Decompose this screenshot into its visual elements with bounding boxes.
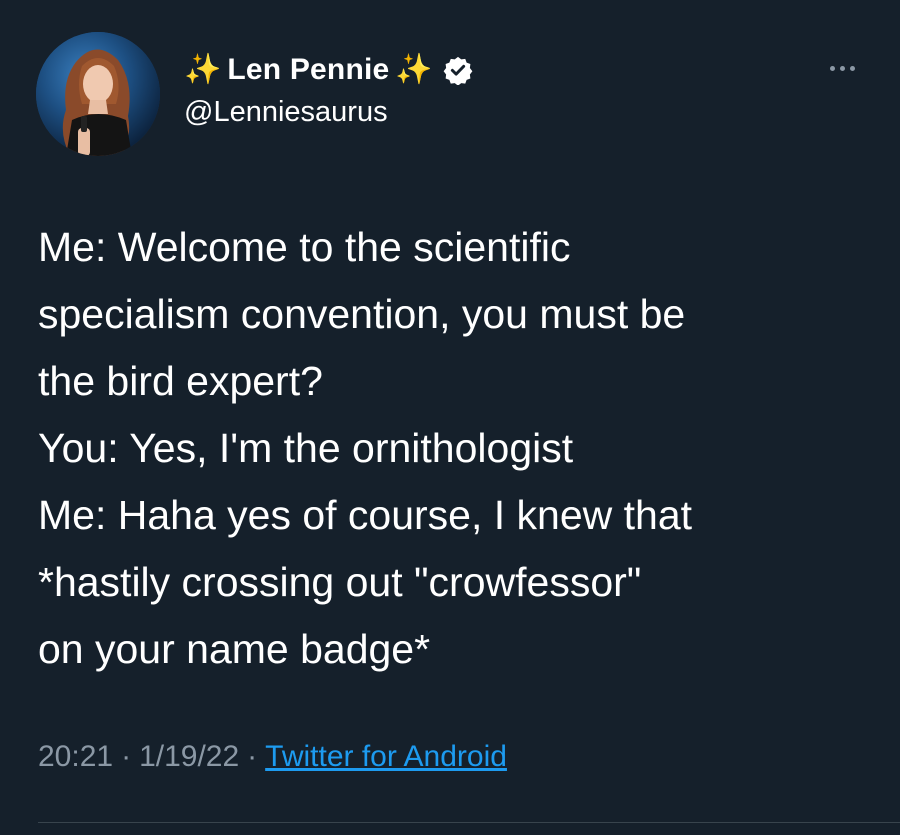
tweet-card: ✨ Len Pennie ✨ @Lenniesaurus Me: Welcome… — [0, 0, 900, 835]
separator: · — [121, 740, 132, 773]
tweet-text: Me: Welcome to the scientific specialism… — [38, 214, 888, 683]
tweet-meta: 20:21 · 1/19/22 · Twitter for Android — [38, 740, 507, 774]
sparkles-icon: ✨ — [184, 53, 222, 86]
dot — [849, 65, 855, 71]
tweet-line: the bird expert? — [38, 358, 323, 404]
tweet-source-link[interactable]: Twitter for Android — [265, 740, 507, 774]
tweet-line: specialism convention, you must be — [38, 291, 686, 337]
tweet-line: Me: Haha yes of course, I knew that — [38, 492, 693, 538]
more-options-icon[interactable] — [820, 58, 864, 78]
sparkles-icon: ✨ — [395, 53, 433, 86]
avatar[interactable] — [36, 32, 160, 156]
dot — [829, 65, 835, 71]
tweet-line: on your name badge* — [38, 626, 431, 672]
dot — [839, 65, 845, 71]
divider — [38, 822, 900, 823]
separator: · — [247, 740, 258, 773]
author-handle[interactable]: @Lenniesaurus — [184, 96, 388, 129]
tweet-date[interactable]: 1/19/22 — [139, 740, 239, 774]
verified-badge-icon — [443, 56, 473, 85]
display-name[interactable]: Len Pennie — [227, 53, 389, 87]
author-name-row[interactable]: ✨ Len Pennie ✨ — [184, 48, 473, 92]
tweet-line: Me: Welcome to the scientific — [38, 224, 571, 270]
tweet-line: *hastily crossing out "crowfessor" — [38, 559, 642, 605]
tweet-time[interactable]: 20:21 — [38, 740, 113, 774]
avatar-photo — [36, 32, 160, 156]
tweet-line: You: Yes, I'm the ornithologist — [38, 425, 574, 471]
